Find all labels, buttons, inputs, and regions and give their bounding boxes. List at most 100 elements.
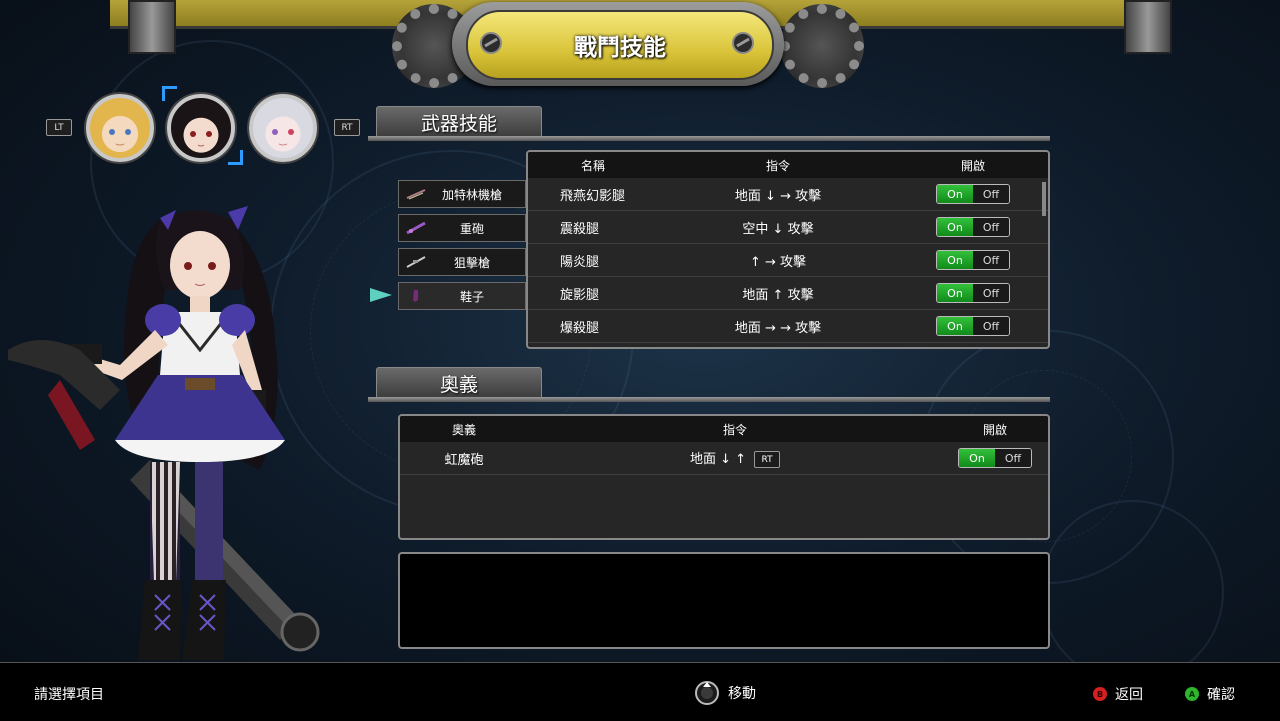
sniper-rifle-icon xyxy=(403,252,429,272)
black-hair-face-icon xyxy=(190,131,212,147)
a-button-icon: A xyxy=(1185,687,1199,701)
toggle-cell: On Off xyxy=(898,184,1048,204)
screw-left-icon xyxy=(480,32,502,54)
confirm-label: 確認 xyxy=(1207,687,1235,703)
blonde-face-icon xyxy=(109,129,131,146)
toggle-off[interactable]: Off xyxy=(995,449,1031,467)
status-prompt: 請選擇項目 xyxy=(34,687,104,703)
rt-button-label: RT xyxy=(341,122,353,133)
toggle-cell: On Off xyxy=(942,448,1048,468)
toggle-cell: On Off xyxy=(898,316,1048,336)
toggle-on[interactable]: On xyxy=(937,218,973,236)
toggle-on[interactable]: On xyxy=(937,185,973,203)
skill-name: 陽炎腿 xyxy=(560,254,600,270)
tab-weapon-skills-label: 武器技能 xyxy=(420,112,497,135)
character-portrait-white-hair[interactable] xyxy=(249,94,317,162)
toggle-off[interactable]: Off xyxy=(973,185,1009,203)
skill-table-header: 名稱 指令 開啟 xyxy=(528,152,1048,178)
description-box xyxy=(398,552,1050,649)
tab-weapon-skills: 武器技能 xyxy=(376,106,542,137)
skill-row[interactable]: 旋影腿 地面 ↑ 攻擊 On Off xyxy=(528,277,1048,310)
skill-name: 旋影腿 xyxy=(560,287,600,303)
bottom-hint-bar xyxy=(0,662,1280,721)
shoes-icon xyxy=(403,286,429,306)
skill-toggle[interactable]: On Off xyxy=(936,217,1010,237)
white-hair-face-icon xyxy=(272,129,294,146)
selection-corner-icon xyxy=(162,86,177,101)
weapon-label: 重砲 xyxy=(459,221,484,236)
ultimate-name: 虹魔砲 xyxy=(444,452,484,468)
heavy-cannon-icon xyxy=(403,218,429,238)
ultimate-table: 奧義 指令 開啟 虹魔砲 地面 ↓ ↑ RT On Off xyxy=(398,414,1050,540)
column-header-command: 指令 xyxy=(765,158,790,173)
skill-row[interactable]: 陽炎腿 ↑ → 攻擊 On Off xyxy=(528,244,1048,277)
background-gear xyxy=(1040,500,1224,684)
selection-corner-icon xyxy=(228,150,243,165)
banner-left-cap xyxy=(128,0,176,54)
toggle-off[interactable]: Off xyxy=(973,251,1009,269)
weapon-item-shoes[interactable]: 鞋子 xyxy=(398,282,526,310)
column-header-command: 指令 xyxy=(722,422,747,437)
skill-toggle[interactable]: On Off xyxy=(936,283,1010,303)
selection-cursor-icon xyxy=(370,288,392,302)
ultimate-row[interactable]: 虹魔砲 地面 ↓ ↑ RT On Off xyxy=(400,442,1048,475)
back-label: 返回 xyxy=(1115,687,1143,703)
toggle-off[interactable]: Off xyxy=(973,218,1009,236)
toggle-on[interactable]: On xyxy=(937,251,973,269)
move-label: 移動 xyxy=(728,686,756,702)
weapon-label: 狙擊槍 xyxy=(453,255,490,270)
toggle-off[interactable]: Off xyxy=(973,317,1009,335)
gear-right-icon xyxy=(780,4,864,88)
skill-command: 地面 ↓ → 攻擊 xyxy=(734,188,822,204)
skill-toggle[interactable]: On Off xyxy=(936,184,1010,204)
ultimate-command: 地面 ↓ ↑ xyxy=(689,452,747,467)
banner-right-cap xyxy=(1124,0,1172,54)
column-header-ultimate: 奧義 xyxy=(451,422,476,437)
skill-table: 名稱 指令 開啟 飛燕幻影腿 地面 ↓ → 攻擊 On Off 震殺腿 空中 ↓… xyxy=(526,150,1050,349)
character-portrait-black-hair[interactable] xyxy=(167,94,235,162)
rt-button[interactable]: RT xyxy=(334,119,360,136)
weapon-item-heavy-cannon[interactable]: 重砲 xyxy=(398,214,526,242)
skill-command: 空中 ↓ 攻擊 xyxy=(742,221,814,237)
skill-command: ↑ → 攻擊 xyxy=(749,254,807,270)
toggle-cell: On Off xyxy=(898,250,1048,270)
toggle-off[interactable]: Off xyxy=(973,284,1009,302)
toggle-on[interactable]: On xyxy=(937,317,973,335)
skill-row[interactable]: 爆殺腿 地面 → → 攻擊 On Off xyxy=(528,310,1048,343)
tab-ultimate-label: 奧義 xyxy=(439,373,478,396)
skill-command: 地面 ↑ 攻擊 xyxy=(742,287,814,303)
skill-toggle[interactable]: On Off xyxy=(936,316,1010,336)
lt-button[interactable]: LT xyxy=(46,119,72,136)
weapon-item-gatling[interactable]: 加特林機槍 xyxy=(398,180,526,208)
ultimate-table-header: 奧義 指令 開啟 xyxy=(400,416,1048,442)
skill-toggle[interactable]: On Off xyxy=(936,250,1010,270)
skill-row[interactable]: 飛燕幻影腿 地面 ↓ → 攻擊 On Off xyxy=(528,178,1048,211)
toggle-on[interactable]: On xyxy=(959,449,995,467)
skill-table-scrollbar[interactable] xyxy=(1042,182,1046,216)
skill-row[interactable]: 震殺腿 空中 ↓ 攻擊 On Off xyxy=(528,211,1048,244)
weapon-label: 鞋子 xyxy=(459,289,484,304)
skill-name: 飛燕幻影腿 xyxy=(560,188,626,204)
tab-ultimate: 奧義 xyxy=(376,367,542,398)
back-hint[interactable]: B 返回 xyxy=(1093,684,1143,704)
toggle-on[interactable]: On xyxy=(937,284,973,302)
move-hint: 移動 xyxy=(694,680,756,706)
weapon-item-sniper-rifle[interactable]: 狙擊槍 xyxy=(398,248,526,276)
section-divider xyxy=(368,397,1050,402)
screw-right-icon xyxy=(732,32,754,54)
character-portrait-blonde[interactable] xyxy=(86,94,154,162)
ultimate-toggle[interactable]: On Off xyxy=(958,448,1032,468)
page-title: 戰鬥技能 xyxy=(574,34,666,61)
lt-button-label: LT xyxy=(54,122,64,133)
left-stick-icon xyxy=(695,681,719,705)
confirm-hint[interactable]: A 確認 xyxy=(1185,684,1235,704)
column-header-name: 名稱 xyxy=(580,158,605,173)
rt-key-icon: RT xyxy=(754,451,781,468)
ultimate-command-cell: 地面 ↓ ↑ RT xyxy=(528,448,942,468)
skill-name: 震殺腿 xyxy=(560,221,600,237)
title-plate: 戰鬥技能 xyxy=(466,10,774,80)
skill-name: 爆殺腿 xyxy=(560,320,600,336)
weapon-label: 加特林機槍 xyxy=(441,187,502,202)
toggle-cell: On Off xyxy=(898,217,1048,237)
b-button-icon: B xyxy=(1093,687,1107,701)
